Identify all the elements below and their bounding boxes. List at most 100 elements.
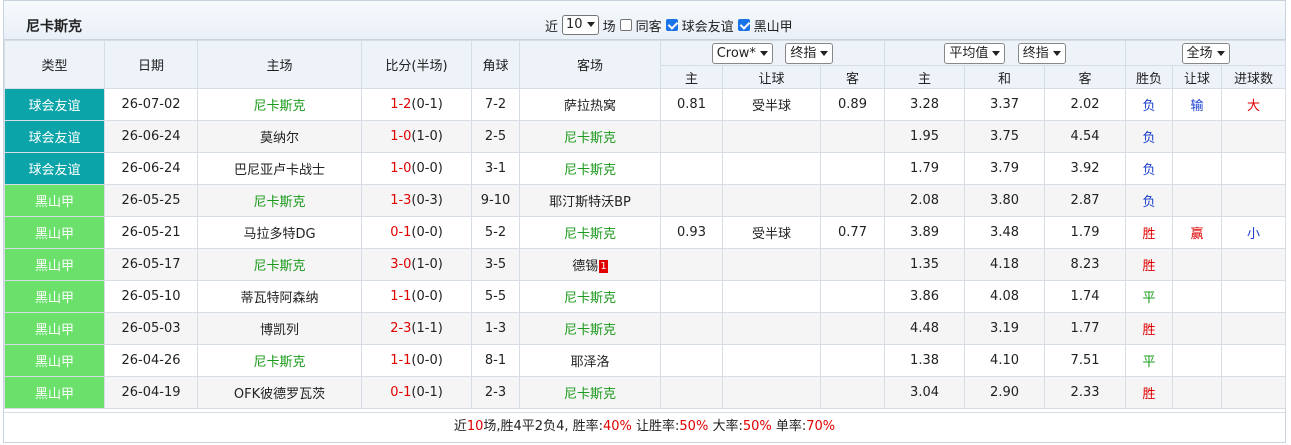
league-cell[interactable]: 球会友谊 [4,88,105,121]
league-cell[interactable]: 黑山甲 [4,312,105,345]
away-cell[interactable]: 尼卡斯克 [519,376,661,409]
away-cell[interactable]: 尼卡斯克 [519,120,661,153]
away-cell[interactable]: 萨拉热窝 [519,88,661,121]
league-friendly-checkbox[interactable] [665,19,678,31]
odds-away: 8.23 [1044,248,1127,281]
away-team-link[interactable]: 萨拉热窝 [564,99,616,114]
away-cell[interactable]: 尼卡斯克 [519,280,661,313]
handicap-away-odds [819,248,886,281]
company-select[interactable]: Crow* [711,42,773,64]
odds-draw: 3.48 [964,216,1046,249]
odds-home: 3.04 [884,376,966,409]
result-wl: 胜 [1125,248,1174,281]
league-cell[interactable]: 黑山甲 [4,216,105,249]
home-team-link[interactable]: 尼卡斯克 [197,184,362,217]
result-period-select[interactable]: 全场 [1181,42,1230,64]
handicap-home-odds [660,280,723,313]
away-team-link[interactable]: 尼卡斯克 [564,291,616,306]
home-team-link[interactable]: 博凯列 [197,312,362,345]
table-row[interactable]: 黑山甲 26-05-17 尼卡斯克 3-0(1-0) 3-5 德锡 1 1.35 4.18 8.2… [4,248,1287,281]
recent-matches-panel: 尼卡斯克 近 10 场 同客 球会友谊 黑山甲 类型 日期 主场 比分(半场) [3,0,1287,443]
score-cell[interactable]: 1-0(1-0) [361,120,472,153]
away-cell[interactable]: 德锡 1 [519,248,661,281]
handicap-away-odds [819,376,886,409]
chevron-down-icon [1052,50,1061,56]
away-team-link[interactable]: 尼卡斯克 [564,323,616,338]
home-team-link[interactable]: 尼卡斯克 [197,344,362,377]
home-team-link[interactable]: 马拉多特DG [197,216,362,249]
away-team-link[interactable]: 尼卡斯克 [564,387,616,402]
odds-final-select[interactable]: 终指 [1017,42,1066,64]
score-cell[interactable]: 1-1(0-0) [361,280,472,313]
league-cell[interactable]: 黑山甲 [4,344,105,377]
away-team-link[interactable]: 尼卡斯克 [564,227,616,242]
league-cell[interactable]: 黑山甲 [4,376,105,409]
home-team-link[interactable]: 尼卡斯克 [197,88,362,121]
away-team-link[interactable]: 德锡 [572,259,598,274]
handicap-line: 受半球 [722,88,821,121]
same-home-checkbox[interactable] [619,19,632,31]
home-team-link[interactable]: 巴尼亚卢卡战士 [197,152,362,185]
table-row[interactable]: 黑山甲 26-04-19 OFK彼德罗瓦茨 0-1(0-1) 2-3 尼卡斯克 3.04 2.… [4,376,1287,409]
half-score: (0-0) [411,161,443,176]
table-row[interactable]: 黑山甲 26-05-03 博凯列 2-3(1-1) 1-3 尼卡斯克 4.48 3.19 1.7… [4,312,1287,345]
match-count-select[interactable]: 10 [562,15,599,35]
col-corner: 角球 [471,40,520,89]
half-score: (1-0) [411,129,443,144]
result-wl: 胜 [1125,312,1174,345]
away-cell[interactable]: 尼卡斯克 [519,152,661,185]
result-wl: 平 [1125,280,1174,313]
odds-away: 1.74 [1044,280,1127,313]
league-cell[interactable]: 黑山甲 [4,184,105,217]
home-team-link[interactable]: 蒂瓦特阿森纳 [197,280,362,313]
table-row[interactable]: 黑山甲 26-05-25 尼卡斯克 1-3(0-3) 9-10 耶汀斯特沃BP 2.08 3.… [4,184,1287,217]
table-row[interactable]: 黑山甲 26-05-10 蒂瓦特阿森纳 1-1(0-0) 5-5 尼卡斯克 3.86 4.08… [4,280,1287,313]
result-handicap [1172,280,1223,313]
result-handicap: 赢 [1172,216,1223,249]
result-handicap [1172,184,1223,217]
odds-draw: 3.19 [964,312,1046,345]
odds-draw: 3.79 [964,152,1046,185]
table-row[interactable]: 球会友谊 26-07-02 尼卡斯克 1-2(0-1) 7-2 萨拉热窝 0.81 受半球 0.… [4,88,1287,121]
table-row[interactable]: 球会友谊 26-06-24 莫纳尔 1-0(1-0) 2-5 尼卡斯克 1.95 3.75 4.… [4,120,1287,153]
away-team-link[interactable]: 尼卡斯克 [564,163,616,178]
home-team-link[interactable]: 尼卡斯克 [197,248,362,281]
handicap-home-odds: 0.93 [660,216,723,249]
col-o-draw: 和 [964,65,1046,89]
league-cell[interactable]: 黑山甲 [4,280,105,313]
score-cell[interactable]: 1-0(0-0) [361,152,472,185]
handicap-line [722,312,821,345]
odds-average-select[interactable]: 平均值 [944,42,1006,64]
away-cell[interactable]: 耶泽洛 [519,344,661,377]
table-row[interactable]: 球会友谊 26-06-24 巴尼亚卢卡战士 1-0(0-0) 3-1 尼卡斯克 1.79 3.… [4,152,1287,185]
away-team-link[interactable]: 耶泽洛 [570,355,609,370]
away-team-link[interactable]: 尼卡斯克 [564,131,616,146]
league-cell[interactable]: 黑山甲 [4,248,105,281]
score-cell[interactable]: 2-3(1-1) [361,312,472,345]
away-cell[interactable]: 尼卡斯克 [519,312,661,345]
score-cell[interactable]: 0-1(0-0) [361,216,472,249]
full-score: 1-0 [390,161,412,176]
score-cell[interactable]: 3-0(1-0) [361,248,472,281]
league-cell[interactable]: 球会友谊 [4,120,105,153]
handicap-home-odds [660,376,723,409]
half-score: (1-0) [411,257,443,272]
score-cell[interactable]: 1-1(0-0) [361,344,472,377]
score-cell[interactable]: 0-1(0-1) [361,376,472,409]
home-team-link[interactable]: OFK彼德罗瓦茨 [197,376,362,409]
home-team-link[interactable]: 莫纳尔 [197,120,362,153]
league-cell[interactable]: 球会友谊 [4,152,105,185]
summary-hc-rate: 50% [679,419,709,434]
table-row[interactable]: 黑山甲 26-05-21 马拉多特DG 0-1(0-0) 5-2 尼卡斯克 0.93 受半球 0… [4,216,1287,249]
away-cell[interactable]: 尼卡斯克 [519,216,661,249]
date-cell: 26-06-24 [104,152,198,185]
handicap-final-select[interactable]: 终指 [785,42,834,64]
away-cell[interactable]: 耶汀斯特沃BP [519,184,661,217]
table-row[interactable]: 黑山甲 26-04-26 尼卡斯克 1-1(0-0) 8-1 耶泽洛 1.38 4.10 7.5… [4,344,1287,377]
score-cell[interactable]: 1-3(0-3) [361,184,472,217]
league-montenegro2-checkbox[interactable] [737,19,750,31]
result-wl: 胜 [1125,216,1174,249]
score-cell[interactable]: 1-2(0-1) [361,88,472,121]
away-team-link[interactable]: 耶汀斯特沃BP [549,195,631,210]
result-wl: 负 [1125,152,1174,185]
